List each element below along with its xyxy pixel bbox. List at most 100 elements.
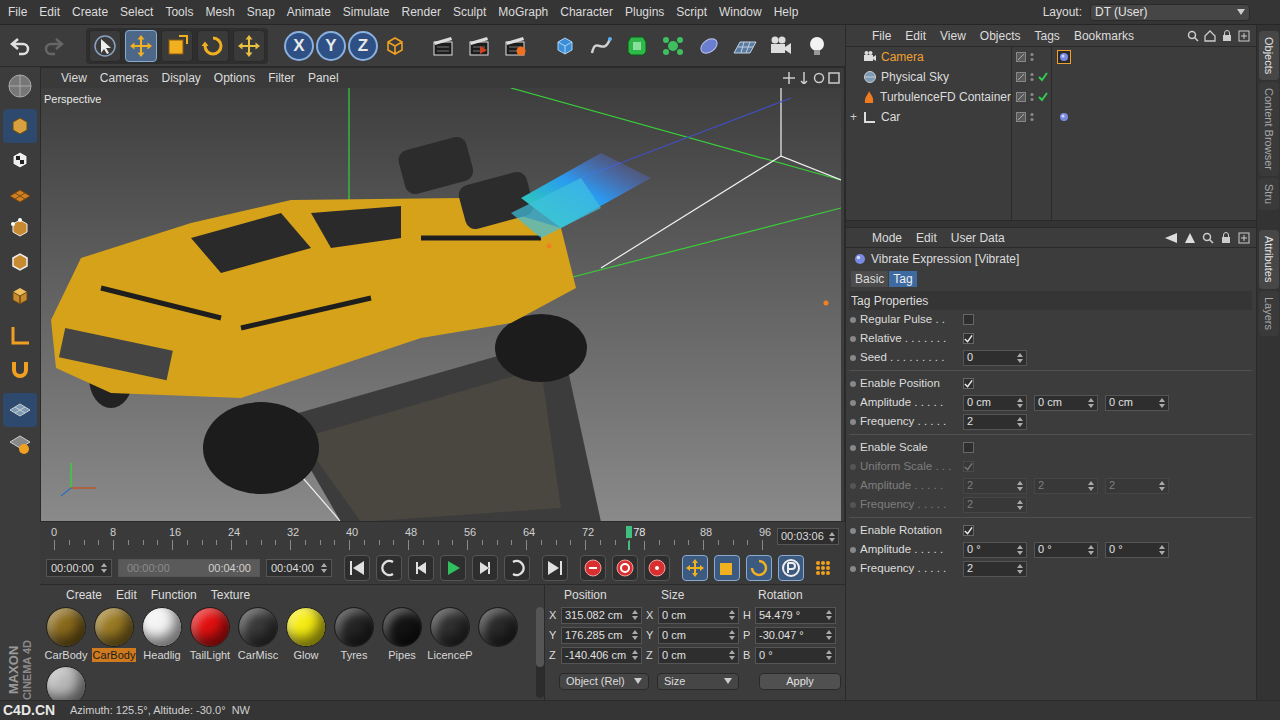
menu-item[interactable]: File	[2, 0, 33, 25]
cube-icon[interactable]	[548, 30, 582, 62]
visibility-dots-icon[interactable]	[1030, 92, 1034, 102]
side-tab[interactable]: Content Browser	[1259, 82, 1279, 176]
layer-icon[interactable]	[1016, 52, 1026, 62]
animate-dot-icon[interactable]	[849, 354, 857, 362]
menu-item[interactable]: Character	[554, 0, 619, 25]
material-swatch[interactable]: Pipes	[378, 605, 426, 662]
coordinate-field[interactable]: -140.406 cm	[561, 647, 642, 664]
animate-dot-icon[interactable]	[849, 399, 857, 407]
light-icon[interactable]	[800, 30, 834, 62]
visibility-dots-icon[interactable]	[1030, 72, 1034, 82]
menu-item[interactable]: MoGraph	[492, 0, 554, 25]
previous-key-icon[interactable]	[376, 555, 402, 581]
spinner-icon[interactable]	[729, 650, 735, 660]
object-menu-item[interactable]: Bookmarks	[1074, 27, 1134, 45]
lock-icon[interactable]	[1221, 30, 1233, 42]
spinner-icon[interactable]	[1159, 398, 1165, 408]
new-panel-icon[interactable]	[1238, 232, 1250, 244]
record-point-level-icon[interactable]	[810, 555, 836, 581]
scale-tool-icon[interactable]	[161, 30, 193, 62]
preview-range[interactable]: 00:00:0000:04:00	[118, 559, 260, 577]
menu-item[interactable]: Mesh	[199, 0, 240, 25]
object-row[interactable]: Camera	[846, 47, 1256, 67]
viewport-menu-item[interactable]: Panel	[308, 69, 339, 87]
material-swatch[interactable]: CarMisc	[234, 605, 282, 662]
enabled-check[interactable]	[1038, 112, 1048, 122]
material-ball[interactable]	[478, 607, 518, 647]
number-field[interactable]: 0 cm	[1105, 395, 1169, 411]
axis-lock-button[interactable]: Z	[348, 31, 378, 61]
spinner-icon[interactable]	[321, 563, 327, 573]
spinner-icon[interactable]	[632, 630, 638, 640]
time-field[interactable]: 00:04:00	[266, 559, 332, 577]
viewport[interactable]: Perspective	[41, 88, 844, 521]
spinner-icon[interactable]	[829, 532, 835, 542]
render-picture-viewer-icon[interactable]	[462, 30, 496, 62]
material-menu-item[interactable]: Texture	[211, 586, 250, 604]
playhead-head[interactable]: 78	[626, 524, 646, 541]
material-ball[interactable]	[94, 607, 134, 647]
material-swatch[interactable]: Glow	[282, 605, 330, 662]
material-ball[interactable]	[430, 607, 470, 647]
zoom-icon[interactable]	[798, 72, 810, 84]
coordinate-field[interactable]: -30.047 °	[755, 627, 836, 644]
spinner-icon[interactable]	[1159, 481, 1165, 491]
side-tab[interactable]: Attributes	[1259, 230, 1279, 288]
magnet-icon[interactable]	[3, 353, 37, 387]
menu-item[interactable]: Script	[670, 0, 713, 25]
floor-icon[interactable]	[728, 30, 762, 62]
visibility-dots-icon[interactable]	[1030, 52, 1034, 62]
viewport-menu-item[interactable]: Options	[214, 69, 255, 87]
record-scale-icon[interactable]	[714, 555, 740, 581]
go-to-start-icon[interactable]	[344, 555, 370, 581]
snap-settings-icon[interactable]	[3, 427, 37, 461]
spinner-icon[interactable]	[1017, 481, 1023, 491]
vibrate-tag-icon[interactable]	[1057, 50, 1071, 64]
spinner-icon[interactable]	[1088, 545, 1094, 555]
menu-item[interactable]: Sculpt	[447, 0, 492, 25]
maximize-icon[interactable]	[828, 72, 840, 84]
menu-item[interactable]: Help	[768, 0, 805, 25]
last-tool-icon[interactable]	[233, 30, 265, 62]
material-menu-item[interactable]: Create	[66, 586, 102, 604]
viewport-scene[interactable]	[41, 88, 841, 521]
vibrate-tag-icon[interactable]	[1057, 110, 1071, 124]
redo-icon[interactable]	[38, 31, 68, 61]
coordinate-field[interactable]: 0 cm	[658, 647, 739, 664]
layer-icon[interactable]	[1016, 112, 1026, 122]
lock-icon[interactable]	[1220, 232, 1232, 244]
material-ball[interactable]	[238, 607, 278, 647]
animate-dot-icon[interactable]	[849, 418, 857, 426]
size-mode-dropdown[interactable]: Size	[657, 673, 739, 690]
spinner-icon[interactable]	[1017, 398, 1023, 408]
axis-lock-button[interactable]: Y	[316, 31, 346, 61]
apply-button[interactable]: Apply	[759, 673, 841, 690]
material-ball[interactable]	[142, 607, 182, 647]
previous-frame-icon[interactable]	[408, 555, 434, 581]
spinner-icon[interactable]	[1017, 564, 1023, 574]
animate-dot-icon[interactable]	[849, 482, 857, 490]
points-mode-icon[interactable]	[3, 211, 37, 245]
time-field[interactable]: 00:03:06	[777, 528, 839, 545]
animate-dot-icon[interactable]	[849, 380, 857, 388]
animate-dot-icon[interactable]	[849, 501, 857, 509]
deformer-icon[interactable]	[692, 30, 726, 62]
menu-item[interactable]: Edit	[33, 0, 66, 25]
layer-icon[interactable]	[1016, 72, 1026, 82]
back-arrow-icon[interactable]	[1164, 232, 1178, 244]
expand-toggle[interactable]: +	[850, 111, 859, 123]
coordinate-field[interactable]: 0 °	[755, 647, 836, 664]
next-frame-icon[interactable]	[472, 555, 498, 581]
number-field[interactable]: 0 cm	[1034, 395, 1098, 411]
object-row[interactable]: +Car	[846, 107, 1256, 127]
sphere-icon[interactable]	[3, 69, 37, 103]
material-swatch[interactable]: CarBody	[90, 605, 138, 662]
keyframe-selection-icon[interactable]	[644, 555, 670, 581]
spinner-icon[interactable]	[729, 610, 735, 620]
autokeying-icon[interactable]	[612, 555, 638, 581]
spinner-icon[interactable]	[1017, 417, 1023, 427]
timeline-track[interactable]: 081624324048566472889678	[40, 522, 774, 552]
up-arrow-icon[interactable]	[1184, 232, 1196, 244]
side-tab[interactable]: Stru	[1259, 178, 1279, 210]
material-ball[interactable]	[382, 607, 422, 647]
